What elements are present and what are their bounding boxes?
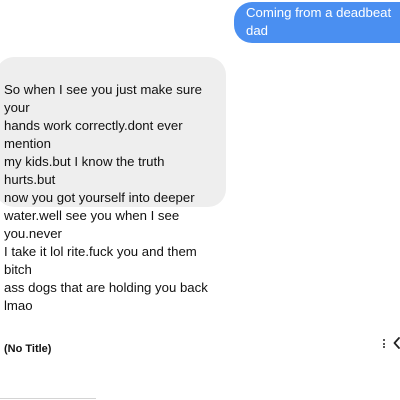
outgoing-message-bubble[interactable]: Coming from a deadbeat dad crazy — [234, 2, 400, 56]
bottom-divider — [0, 398, 96, 399]
reply-arrow-icon[interactable] — [393, 337, 400, 349]
more-vertical-icon[interactable] — [378, 335, 390, 351]
chat-screen: Coming from a deadbeat dad crazy So when… — [0, 0, 400, 400]
incoming-message-bubble[interactable]: So when I see you just make sure your ha… — [0, 57, 226, 355]
incoming-message-text: So when I see you just make sure your ha… — [4, 82, 208, 313]
message-attachment-title: (No Title) — [4, 343, 52, 355]
